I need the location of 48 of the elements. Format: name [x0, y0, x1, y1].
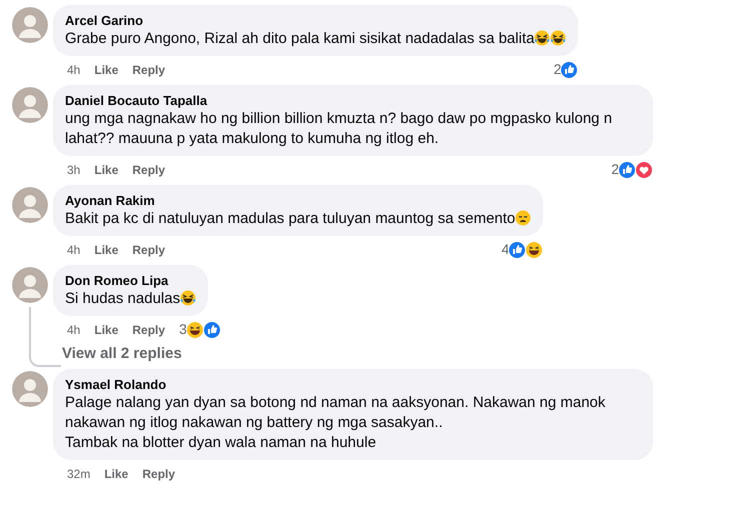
- reply-link[interactable]: Reply: [132, 160, 166, 178]
- haha-reaction-icon: [186, 320, 204, 338]
- author-name[interactable]: Ysmael Rolando: [65, 376, 641, 393]
- view-replies-link[interactable]: View all 2 replies: [62, 345, 182, 362]
- reaction-count: 4: [501, 240, 510, 259]
- like-reaction-icon: [560, 60, 578, 78]
- reaction-count: 3: [179, 320, 187, 339]
- comment-text: ung mga nagnakaw ho ng billion billion kmuzta n? bago daw po mgpasko kulong n lahat?? mauuna p yata makulong to kumuha ng itlog eh.: [65, 109, 614, 149]
- reply-link[interactable]: Reply: [132, 60, 166, 78]
- weary-emoji-icon: [515, 210, 532, 226]
- reply-link[interactable]: Reply: [142, 464, 176, 482]
- laughing-emoji-icon: [550, 30, 566, 46]
- haha-reaction-icon: [525, 240, 544, 258]
- like-link[interactable]: Like: [94, 320, 118, 338]
- timestamp[interactable]: 4h: [67, 240, 80, 258]
- comment-text: Tambak na blotter dyan wala naman na huhule: [65, 433, 378, 453]
- timestamp[interactable]: 4h: [67, 60, 80, 78]
- comment-text: Bakit pa kc di natuluyan madulas para tuluyan mauntog sa semento: [65, 209, 532, 229]
- timestamp[interactable]: 3h: [67, 160, 80, 178]
- avatar[interactable]: [12, 87, 48, 123]
- love-reaction-icon: [635, 160, 653, 178]
- avatar[interactable]: [12, 371, 48, 407]
- avatar[interactable]: [12, 7, 48, 43]
- like-reaction-icon: [618, 160, 636, 178]
- avatar[interactable]: [12, 187, 48, 223]
- like-link[interactable]: Like: [94, 160, 118, 178]
- comment-text: Palage nalang yan dyan sa botong nd naman na aaksyonan. Nakawan ng manok nakawan ng itlog nakawan ng battery ng mga sasakyan..: [65, 393, 606, 433]
- like-link[interactable]: Like: [94, 60, 118, 78]
- reply-link[interactable]: Reply: [132, 320, 166, 338]
- like-link[interactable]: Like: [94, 240, 118, 258]
- laughing-emoji-icon: [534, 30, 550, 46]
- laughing-emoji-icon: [180, 290, 196, 306]
- author-name[interactable]: Arcel Garino: [65, 12, 566, 29]
- timestamp[interactable]: 32m: [67, 464, 90, 482]
- avatar[interactable]: [12, 267, 48, 303]
- comment-text: Grabe puro Angono, Rizal ah dito pala kami sisikat nadadalas sa balita: [65, 29, 566, 49]
- reaction-count: 2: [611, 160, 619, 179]
- comment-text: Si hudas nadulas: [65, 289, 196, 309]
- like-reaction-icon: [508, 240, 526, 258]
- author-name[interactable]: Ayonan Rakim: [65, 192, 532, 209]
- thread-line: [29, 307, 61, 367]
- reaction-count: 2: [554, 60, 562, 79]
- like-link[interactable]: Like: [104, 464, 128, 482]
- author-name[interactable]: Don Romeo Lipa: [65, 272, 196, 289]
- timestamp[interactable]: 4h: [67, 320, 80, 338]
- like-reaction-icon: [202, 320, 221, 338]
- reply-link[interactable]: Reply: [132, 240, 166, 258]
- author-name[interactable]: Daniel Bocauto Tapalla: [65, 92, 641, 109]
